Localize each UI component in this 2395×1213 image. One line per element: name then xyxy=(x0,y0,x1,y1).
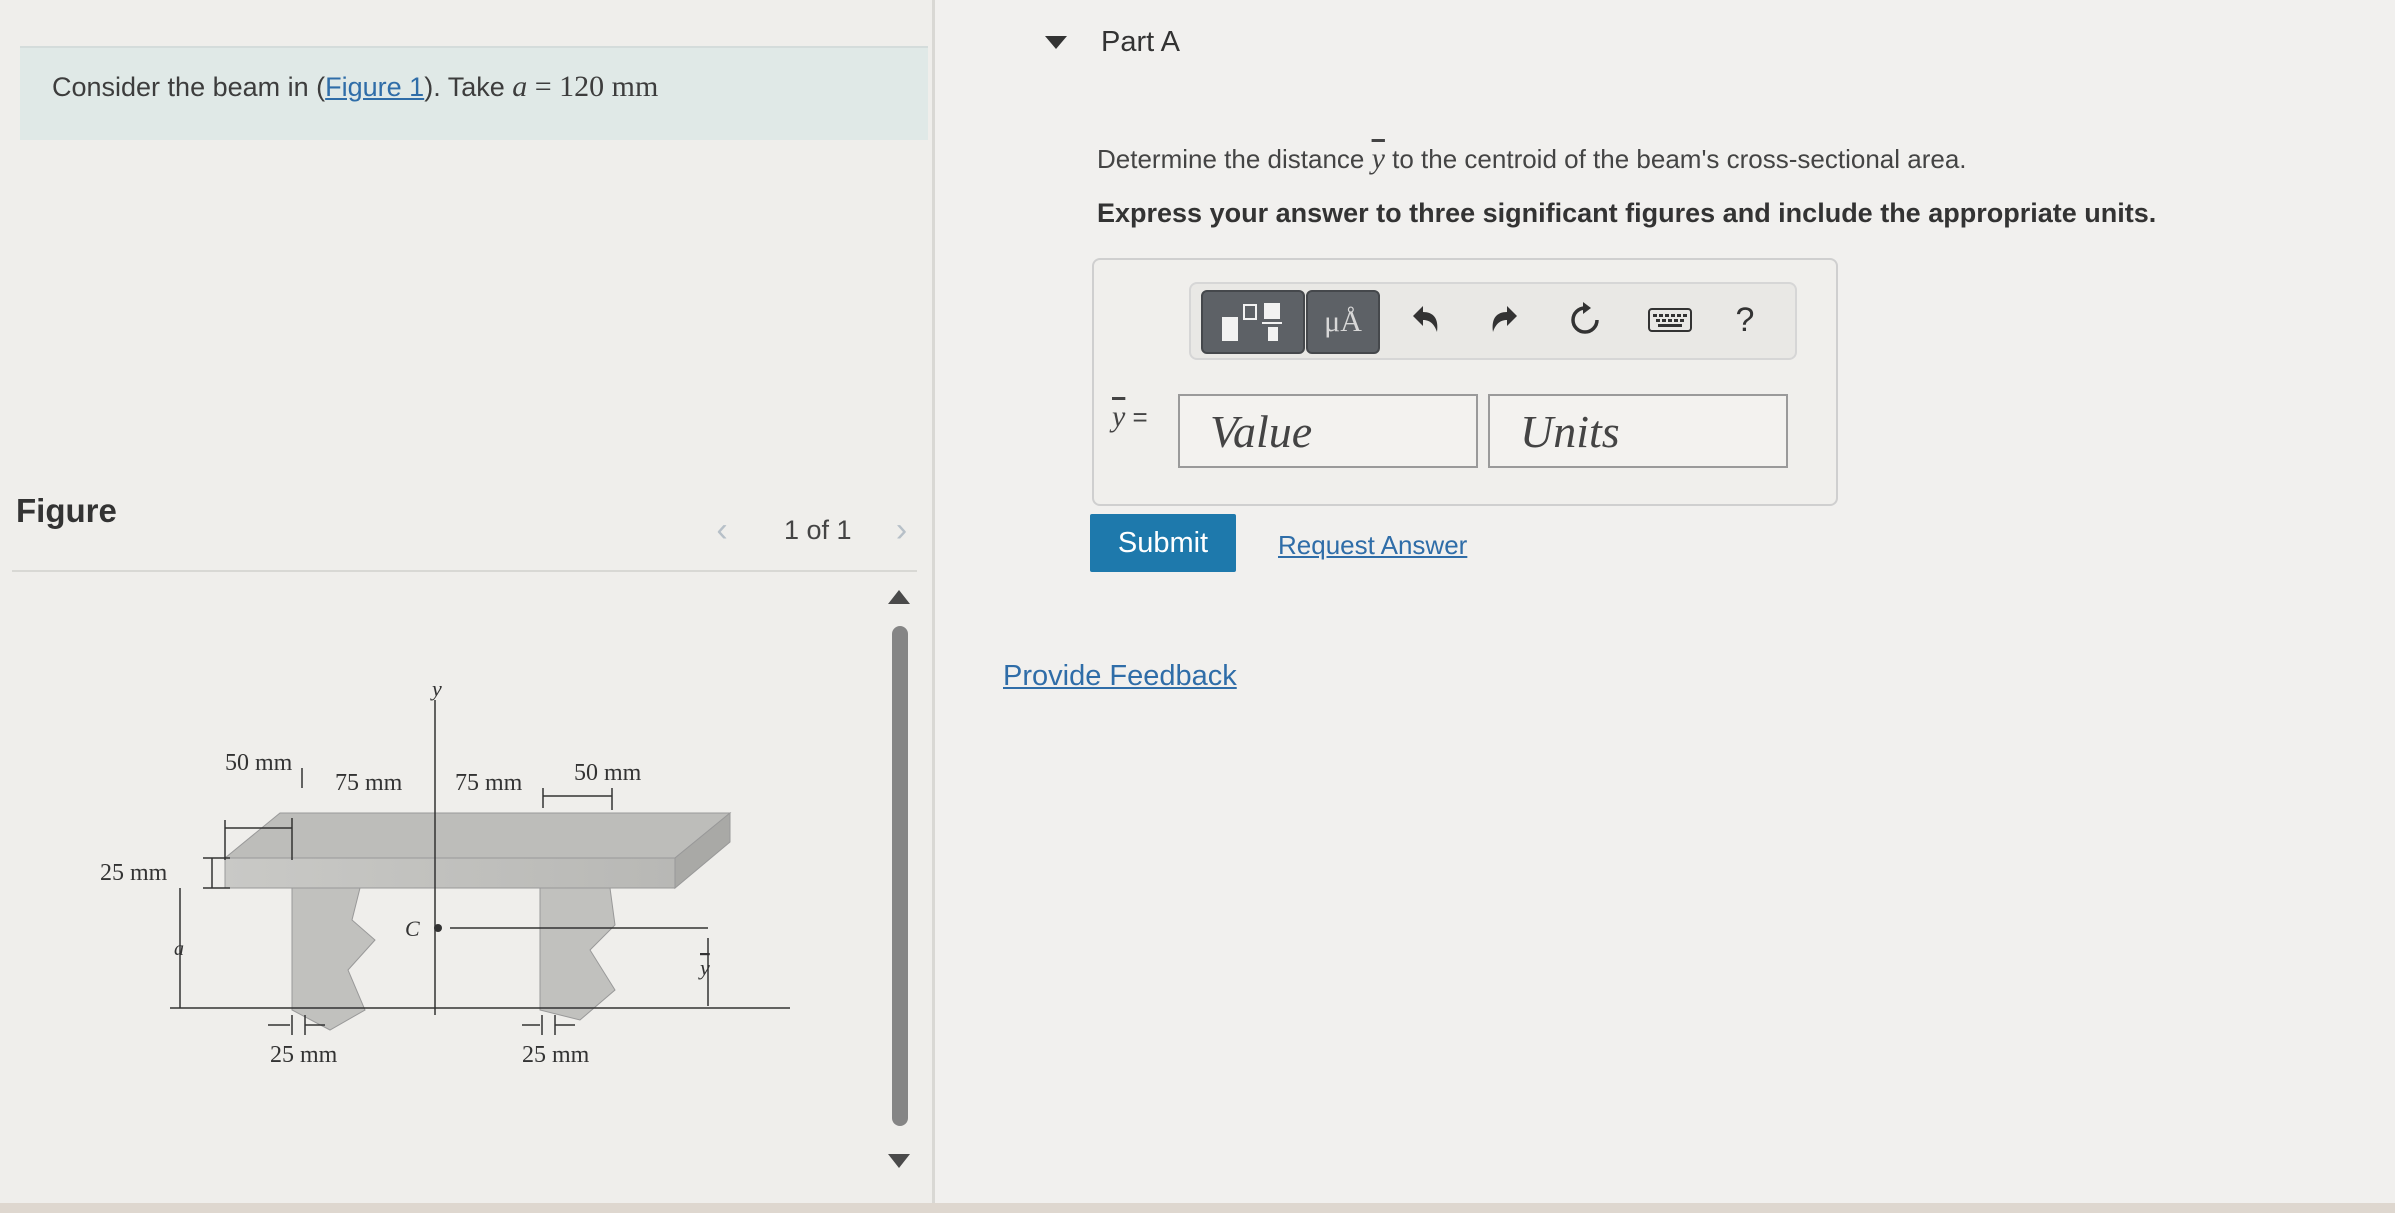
value-input[interactable] xyxy=(1178,394,1478,468)
collapse-caret-icon[interactable] xyxy=(1045,36,1067,49)
variable-a: a xyxy=(512,70,528,103)
y-axis-label: y xyxy=(430,676,442,701)
beam-cross-section-figure: 50 mm 75 mm 75 mm 50 mm 25 mm a y C y 25… xyxy=(100,676,790,1068)
figure-title: Figure xyxy=(16,492,117,529)
beam-flange-top-face xyxy=(223,812,732,859)
problem-text-mid: ). Take xyxy=(424,72,513,102)
math-toolbar: μÅ ? xyxy=(1189,282,1797,360)
undo-button[interactable] xyxy=(1401,290,1449,350)
pager-count: 1 of 1 xyxy=(784,514,852,545)
question-prefix: Determine the distance xyxy=(1097,144,1372,174)
figure-link[interactable]: Figure 1 xyxy=(325,72,424,102)
answer-var-ybar: y xyxy=(1112,400,1126,433)
problem-math: a = 120 mm xyxy=(512,70,658,103)
scroll-thumb[interactable] xyxy=(892,626,908,1126)
beam-flange-front xyxy=(224,857,676,889)
dim-25mm-top: 25 mm xyxy=(100,860,168,886)
templates-button[interactable] xyxy=(1201,290,1305,354)
instruction-text: Express your answer to three significant… xyxy=(1097,198,2157,228)
beam-web-right xyxy=(539,887,616,1021)
question-text: Determine the distance y to the centroid… xyxy=(1097,142,1967,176)
question-suffix: to the centroid of the beam's cross-sect… xyxy=(1384,144,1967,174)
help-button[interactable]: ? xyxy=(1721,290,1769,350)
dim-25mm-bottom-right: 25 mm xyxy=(522,1042,590,1068)
figure-scrollbar[interactable] xyxy=(888,590,912,1170)
next-figure-button[interactable]: › xyxy=(880,508,924,552)
answer-var-label: y = xyxy=(1112,400,1148,434)
units-input[interactable] xyxy=(1488,394,1788,468)
part-title: Part A xyxy=(1101,26,1180,58)
dim-25mm-bottom-left: 25 mm xyxy=(270,1042,338,1068)
units-icon: μÅ xyxy=(1324,305,1362,338)
submit-button[interactable]: Submit xyxy=(1090,514,1236,572)
bottom-edge xyxy=(0,1203,2395,1213)
provide-feedback-link[interactable]: Provide Feedback xyxy=(1003,660,1237,693)
ybar-label: y xyxy=(698,955,710,980)
scroll-down-arrow-icon[interactable] xyxy=(888,1154,910,1168)
prev-figure-button[interactable]: ‹ xyxy=(700,508,744,552)
equals-value: = 120 xyxy=(527,70,612,103)
centroid-marker xyxy=(434,924,442,932)
dim-75mm-left: 75 mm xyxy=(335,770,403,796)
unit-mm: mm xyxy=(611,70,659,103)
dim-50mm-right: 50 mm xyxy=(574,760,642,786)
problem-statement-box: Consider the beam in (Figure 1). Take a … xyxy=(20,46,928,140)
problem-pane: Consider the beam in (Figure 1). Take a … xyxy=(0,0,935,1213)
chevron-left-icon: ‹ xyxy=(716,510,728,549)
reset-icon xyxy=(1571,302,1599,334)
answer-pane xyxy=(935,0,2395,1213)
answer-box: μÅ ? y = xyxy=(1092,258,1838,506)
figure-divider xyxy=(12,570,917,572)
keyboard-icon xyxy=(1648,308,1692,332)
help-icon: ? xyxy=(1735,300,1755,339)
keyboard-button[interactable] xyxy=(1646,290,1694,350)
redo-button[interactable] xyxy=(1481,290,1529,350)
figure-pager: ‹ 1 of 1 › xyxy=(700,508,924,552)
problem-statement: Consider the beam in (Figure 1). Take a … xyxy=(52,70,658,104)
problem-text-intro: Consider the beam in ( xyxy=(52,72,326,102)
undo-icon xyxy=(1413,306,1438,332)
dim-75mm-right: 75 mm xyxy=(455,770,523,796)
part-a-header[interactable]: Part A xyxy=(1045,26,1180,59)
question-var-ybar: y xyxy=(1371,142,1385,175)
centroid-label: C xyxy=(405,916,420,941)
answer-eq-sign: = xyxy=(1125,402,1148,432)
chevron-right-icon: › xyxy=(895,510,908,549)
dim-a: a xyxy=(174,938,184,960)
fraction-template-icon xyxy=(1222,303,1282,341)
scroll-up-arrow-icon[interactable] xyxy=(888,590,910,604)
beam-shape xyxy=(223,811,732,1031)
reset-button[interactable] xyxy=(1561,290,1609,350)
request-answer-link[interactable]: Request Answer xyxy=(1278,530,1467,561)
dim-50mm-left: 50 mm xyxy=(225,750,293,776)
units-button[interactable]: μÅ xyxy=(1306,290,1380,354)
redo-icon xyxy=(1492,306,1517,332)
